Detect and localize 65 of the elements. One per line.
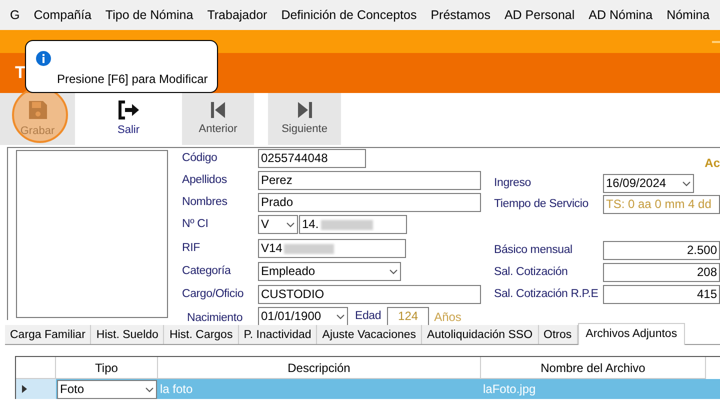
- field-label: Código: [182, 150, 218, 166]
- chevron-icon: [682, 180, 691, 186]
- field-label: Ingreso: [494, 176, 532, 191]
- type-dropdown[interactable]: Foto: [57, 380, 157, 399]
- row-header[interactable]: [16, 379, 56, 399]
- field-label: Edad: [355, 308, 382, 324]
- chevron-icon: [389, 268, 398, 274]
- tab[interactable]: Autoliquidación SSO: [422, 325, 539, 344]
- grid-row[interactable]: Foto la foto laFoto.jpg: [16, 379, 720, 399]
- table-cell-text: la foto: [159, 381, 194, 398]
- menu-item[interactable]: Definición de Conceptos: [281, 6, 417, 24]
- text-field[interactable]: CUSTODIO: [258, 285, 481, 304]
- menu-item[interactable]: Nómina: [666, 6, 710, 24]
- skip-back-icon: [210, 100, 226, 119]
- current-row-icon: [22, 385, 27, 393]
- dropdown[interactable]: Empleado: [258, 262, 401, 281]
- tab[interactable]: Archivos Adjuntos: [578, 323, 686, 345]
- toolbar-button[interactable]: Anterior: [182, 93, 254, 145]
- text-field[interactable]: 14.: [299, 215, 407, 234]
- menu-item[interactable]: Tipo de Nómina: [105, 6, 194, 24]
- field-label: Sal. Cotización R.P.E: [494, 286, 600, 302]
- text-field[interactable]: Prado: [258, 193, 481, 212]
- field-label: Nacimiento: [186, 310, 244, 326]
- tab[interactable]: P. Inactividad: [238, 325, 318, 344]
- window-title: T: [15, 62, 26, 84]
- tab[interactable]: Hist. Sueldo: [91, 325, 164, 344]
- toolbar-button[interactable]: Siguiente: [268, 93, 341, 145]
- field-label: Básico mensual: [494, 242, 574, 258]
- tab[interactable]: Hist. Cargos: [164, 325, 239, 344]
- menu-item[interactable]: AD Nómina: [588, 6, 653, 24]
- field-label: Tiempo de Servicio: [494, 196, 590, 212]
- table-cell-text: laFoto.jpg: [482, 381, 537, 398]
- menu-item[interactable]: Préstamos: [430, 6, 490, 24]
- exit-icon: [116, 100, 140, 120]
- menu-item[interactable]: AD Personal: [504, 6, 575, 24]
- text-field[interactable]: V14: [258, 239, 406, 258]
- amount-field[interactable]: 208: [603, 263, 720, 282]
- menu-item[interactable]: G: [10, 6, 20, 24]
- chevron-icon: [336, 314, 345, 320]
- field-label: Nº CI: [182, 216, 210, 232]
- field-label: Apellidos: [182, 172, 228, 188]
- status-label: Ac: [704, 155, 720, 171]
- date-field[interactable]: 01/01/1900: [258, 307, 348, 326]
- text-field[interactable]: 0255744048: [258, 149, 366, 168]
- menu-item[interactable]: Compañía: [34, 6, 92, 24]
- tab[interactable]: Otros: [538, 325, 578, 344]
- tooltip-text: Presione [F6] para Modificar: [57, 71, 209, 88]
- tab[interactable]: Ajuste Vacaciones: [317, 325, 422, 344]
- dropdown[interactable]: V: [258, 215, 298, 234]
- menu-item[interactable]: Trabajador: [207, 6, 268, 24]
- field-label: Nombres: [182, 194, 228, 210]
- date-field[interactable]: 16/09/2024: [603, 174, 694, 193]
- field-label: RIF: [182, 240, 201, 256]
- info-icon: [36, 51, 51, 66]
- field-label: Categoría: [182, 264, 232, 279]
- field-label: Sal. Cotización: [494, 264, 569, 280]
- field-label: Cargo/Oficio: [182, 286, 245, 302]
- skip-forward-icon: [296, 100, 312, 119]
- amount-field[interactable]: 2.500: [603, 241, 720, 260]
- amount-field[interactable]: 415: [603, 285, 720, 304]
- chevron-icon: [286, 222, 295, 228]
- text-field[interactable]: Perez: [258, 171, 481, 190]
- tab[interactable]: Carga Familiar: [5, 325, 92, 344]
- unit-label: Años: [434, 308, 462, 326]
- chevron-icon: [145, 386, 154, 392]
